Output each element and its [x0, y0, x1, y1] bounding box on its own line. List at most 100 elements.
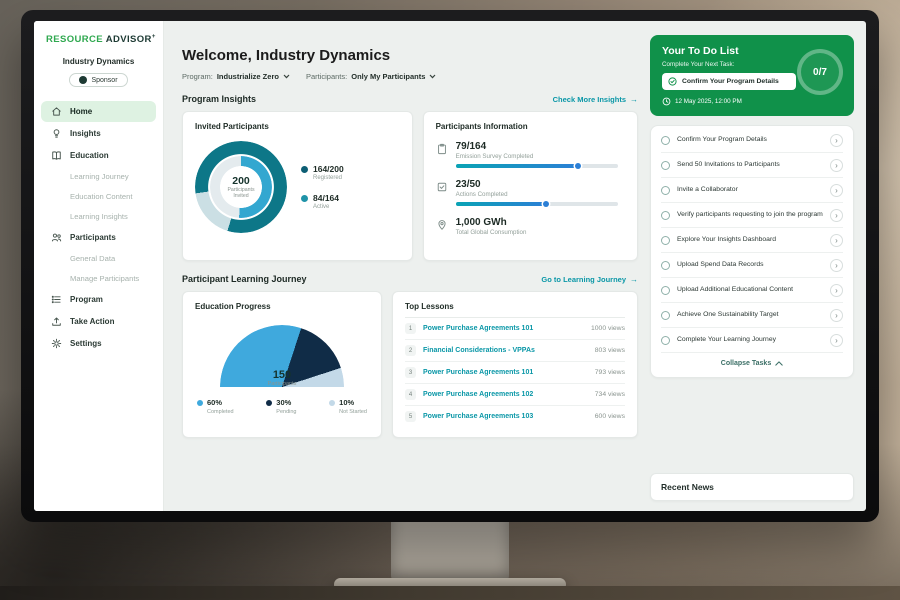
participants-information-card: Participants Information 79/164 Emission… [423, 111, 638, 261]
sponsor-label: Sponsor [91, 77, 117, 84]
legend-dot [301, 166, 308, 173]
sidebar-item-label: General Data [70, 254, 115, 263]
next-task-pill[interactable]: Confirm Your Program Details [662, 73, 796, 90]
tasks-card: Confirm Your Program Details › Send 50 I… [650, 125, 854, 378]
sidebar-nav: Home Insights Education Learning Journey [34, 101, 163, 354]
legend-item: 164/200 Registered [301, 164, 344, 181]
brand-plus: + [152, 34, 156, 40]
task-checkbox[interactable] [661, 286, 670, 295]
task-chevron-button[interactable]: › [830, 259, 843, 272]
background-photo: RESOURCE ADVISOR+ Industry Dynamics Spon… [0, 0, 900, 600]
task-chevron-button[interactable]: › [830, 184, 843, 197]
sidebar-item-learning-insights[interactable]: Learning Insights [41, 207, 156, 226]
sidebar-item-home[interactable]: Home [41, 101, 156, 122]
sponsor-icon [79, 76, 87, 84]
legend-dot [301, 195, 308, 202]
lesson-row: 3 Power Purchase Agreements 101 793 view… [405, 362, 625, 384]
recent-news-header[interactable]: Recent News [650, 473, 854, 501]
legend-dot [329, 400, 335, 406]
task-row[interactable]: Achieve One Sustainability Target › [661, 303, 843, 328]
task-chevron-button[interactable]: › [830, 309, 843, 322]
lesson-row: 5 Power Purchase Agreements 103 600 view… [405, 406, 625, 427]
task-chevron-button[interactable]: › [830, 209, 843, 222]
legend-item: 10% Not Started [329, 398, 367, 415]
task-row[interactable]: Explore Your Insights Dashboard › [661, 228, 843, 253]
check-more-insights-link[interactable]: Check More Insights → [553, 95, 638, 104]
task-checkbox[interactable] [661, 211, 670, 220]
desk-edge [0, 586, 900, 600]
task-row[interactable]: Verify participants requesting to join t… [661, 203, 843, 228]
task-row[interactable]: Invite a Collaborator › [661, 178, 843, 203]
brand-primary: RESOURCE [46, 34, 103, 45]
sponsor-badge[interactable]: Sponsor [69, 73, 127, 87]
lesson-link[interactable]: Power Purchase Agreements 101 [423, 325, 584, 332]
sidebar-item-learning-journey[interactable]: Learning Journey [41, 167, 156, 186]
go-to-learning-journey-link[interactable]: Go to Learning Journey → [541, 275, 638, 284]
task-checkbox[interactable] [661, 161, 670, 170]
sidebar-item-program[interactable]: Program [41, 289, 156, 310]
lesson-link[interactable]: Financial Considerations - VPPAs [423, 347, 588, 354]
legend-item: 30% Pending [266, 398, 296, 415]
lesson-link[interactable]: Power Purchase Agreements 101 [423, 369, 588, 376]
checklist-icon [436, 181, 448, 206]
sidebar-item-education-content[interactable]: Education Content [41, 187, 156, 206]
todo-progress-badge: 0/7 [797, 49, 843, 95]
task-chevron-button[interactable]: › [830, 134, 843, 147]
stat-emission-survey: 79/164 Emission Survey Completed [436, 141, 625, 168]
task-row[interactable]: Upload Additional Educational Content › [661, 278, 843, 303]
monitor-stand [391, 516, 509, 584]
screen: RESOURCE ADVISOR+ Industry Dynamics Spon… [34, 21, 866, 511]
collapse-tasks-link[interactable]: Collapse Tasks [661, 353, 843, 375]
task-row[interactable]: Send 50 Invitations to Participants › [661, 153, 843, 178]
legend-dot [197, 400, 203, 406]
sidebar-item-insights[interactable]: Insights [41, 123, 156, 144]
stat-actions-completed: 23/50 Actions Completed [436, 179, 625, 206]
chevron-down-icon [429, 72, 436, 81]
task-checkbox[interactable] [661, 136, 670, 145]
task-row[interactable]: Complete Your Learning Journey › [661, 328, 843, 353]
lesson-link[interactable]: Power Purchase Agreements 102 [423, 391, 588, 398]
sidebar-item-participants[interactable]: Participants [41, 227, 156, 248]
program-filter-label: Program: [182, 72, 213, 81]
task-chevron-button[interactable]: › [830, 284, 843, 297]
lesson-row: 4 Power Purchase Agreements 102 734 view… [405, 384, 625, 406]
book-icon [51, 150, 62, 161]
program-select[interactable]: Industrialize Zero [217, 72, 290, 81]
sidebar-item-label: Education Content [70, 192, 132, 201]
progress-bar [456, 202, 619, 206]
sidebar-item-label: Education [70, 151, 109, 160]
sidebar-item-label: Insights [70, 129, 101, 138]
brand-secondary: ADVISOR [106, 34, 152, 45]
task-row[interactable]: Confirm Your Program Details › [661, 128, 843, 153]
task-checkbox[interactable] [661, 311, 670, 320]
top-lessons-card: Top Lessons 1 Power Purchase Agreements … [392, 291, 638, 438]
participants-select[interactable]: Only My Participants [351, 72, 436, 81]
sidebar-item-general-data[interactable]: General Data [41, 249, 156, 268]
task-chevron-button[interactable]: › [830, 159, 843, 172]
sidebar-item-manage-participants[interactable]: Manage Participants [41, 269, 156, 288]
clipboard-icon [436, 143, 448, 168]
task-chevron-button[interactable]: › [830, 234, 843, 247]
todo-rail: Your To Do List Complete Your Next Task:… [650, 21, 866, 511]
lesson-link[interactable]: Power Purchase Agreements 103 [423, 413, 588, 420]
task-checkbox[interactable] [661, 236, 670, 245]
sidebar-item-education[interactable]: Education [41, 145, 156, 166]
donut-legend: 164/200 Registered 84/164 Active [301, 164, 344, 210]
participants-filter-label: Participants: [306, 72, 347, 81]
task-row[interactable]: Upload Spend Data Records › [661, 253, 843, 278]
task-chevron-button[interactable]: › [830, 334, 843, 347]
invited-donut-chart: 200 Participants Invited [195, 141, 287, 233]
task-checkbox[interactable] [661, 261, 670, 270]
sidebar: RESOURCE ADVISOR+ Industry Dynamics Spon… [34, 21, 164, 511]
donut-center: 200 Participants Invited [222, 168, 260, 206]
due-date: 12 May 2025, 12:00 PM [662, 97, 842, 106]
task-checkbox[interactable] [661, 336, 670, 345]
sidebar-item-label: Participants [70, 233, 116, 242]
sidebar-item-take-action[interactable]: Take Action [41, 311, 156, 332]
task-checkbox[interactable] [661, 186, 670, 195]
home-icon [51, 106, 62, 117]
sidebar-item-settings[interactable]: Settings [41, 333, 156, 354]
brand-logo: RESOURCE ADVISOR+ [34, 34, 163, 45]
legend-item: 60% Completed [197, 398, 234, 415]
sidebar-item-label: Program [70, 295, 103, 304]
